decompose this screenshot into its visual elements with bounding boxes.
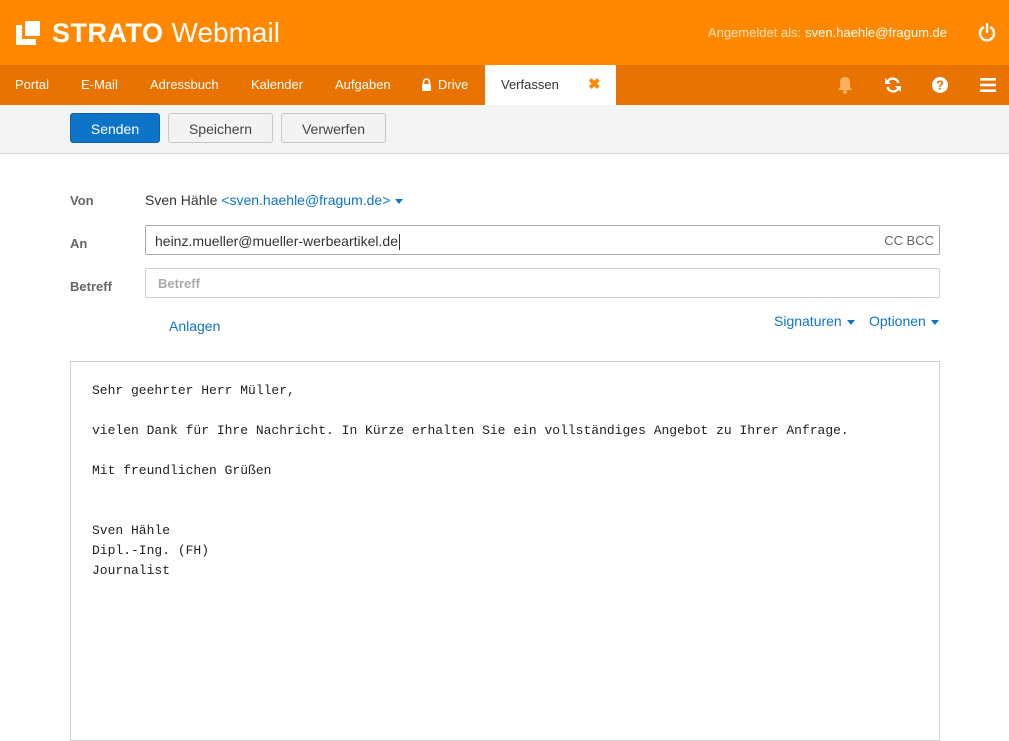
to-label: An	[70, 236, 88, 251]
nav-item-kalender[interactable]: Kalender	[251, 65, 303, 105]
help-icon[interactable]: ?	[930, 75, 950, 95]
bcc-toggle[interactable]: BCC	[907, 233, 934, 248]
svg-text:?: ?	[936, 78, 944, 93]
subject-field[interactable]: Betreff	[145, 268, 940, 298]
signatures-label: Signaturen	[774, 313, 842, 329]
subject-label: Betreff	[70, 279, 112, 294]
power-icon[interactable]	[976, 22, 998, 44]
save-button[interactable]: Speichern	[168, 113, 273, 143]
options-label: Optionen	[869, 313, 926, 329]
from-name: Sven Hähle	[145, 192, 218, 208]
nav-item-email[interactable]: E-Mail	[81, 65, 118, 105]
options-dropdown[interactable]: Optionen	[869, 313, 939, 329]
close-icon[interactable]: ✖	[588, 65, 601, 105]
body-line: Dipl.-Ing. (FH)	[92, 543, 210, 558]
from-label: Von	[70, 193, 94, 208]
top-header: STRATO Webmail Angemeldet als: sven.haehl…	[0, 0, 1009, 65]
message-editor[interactable]: Sehr geehrter Herr Müller, vielen Dank f…	[70, 361, 940, 741]
login-info: Angemeldet als: sven.haehle@fragum.de	[708, 25, 947, 40]
nav-item-drive[interactable]: Drive	[438, 65, 468, 105]
menu-icon[interactable]	[978, 75, 998, 95]
nav-item-portal[interactable]: Portal	[15, 65, 49, 105]
body-line: Sehr geehrter Herr Müller,	[92, 383, 295, 398]
logo-brand: STRATO	[52, 17, 164, 48]
login-label: Angemeldet als:	[707, 25, 802, 40]
lock-icon	[422, 78, 431, 91]
strato-logo[interactable]: STRATO Webmail	[14, 17, 280, 48]
caret-down-icon	[395, 198, 404, 204]
logo-product: Webmail	[171, 17, 280, 48]
body-line: Journalist	[92, 563, 171, 578]
subject-placeholder: Betreff	[158, 276, 200, 291]
refresh-icon[interactable]	[883, 75, 903, 95]
attachments-link[interactable]: Anlagen	[169, 318, 220, 334]
caret-down-icon	[930, 319, 939, 325]
caret-down-icon	[846, 319, 855, 325]
body-line: vielen Dank für Ihre Nachricht. In Kürze…	[92, 423, 849, 438]
cc-toggle[interactable]: CC	[884, 233, 903, 248]
strato-logo-icon	[16, 21, 40, 45]
main-nav: Portal E-Mail Adressbuch Kalender Aufgab…	[0, 65, 1009, 105]
body-line: Mit freundlichen Grüßen	[92, 463, 272, 478]
to-field[interactable]: heinz.mueller@mueller-werbeartikel.de CC…	[145, 225, 940, 255]
body-line: Sven Hähle	[92, 523, 171, 538]
signatures-dropdown[interactable]: Signaturen	[774, 313, 855, 329]
nav-item-adressbuch[interactable]: Adressbuch	[150, 65, 219, 105]
compose-toolbar: Senden Speichern Verwerfen	[0, 105, 1009, 154]
from-selector[interactable]: Sven Hähle <sven.haehle@fragum.de>	[145, 192, 404, 208]
bell-icon[interactable]	[835, 75, 855, 95]
tab-verfassen-label: Verfassen	[501, 77, 559, 92]
from-address: <sven.haehle@fragum.de>	[221, 192, 391, 208]
login-user: sven.haehle@fragum.de	[805, 25, 947, 40]
send-button[interactable]: Senden	[70, 113, 160, 143]
to-value: heinz.mueller@mueller-werbeartikel.de	[155, 233, 400, 251]
tab-verfassen[interactable]: Verfassen ✖	[485, 65, 616, 105]
nav-item-aufgaben[interactable]: Aufgaben	[335, 65, 391, 105]
discard-button[interactable]: Verwerfen	[281, 113, 386, 143]
